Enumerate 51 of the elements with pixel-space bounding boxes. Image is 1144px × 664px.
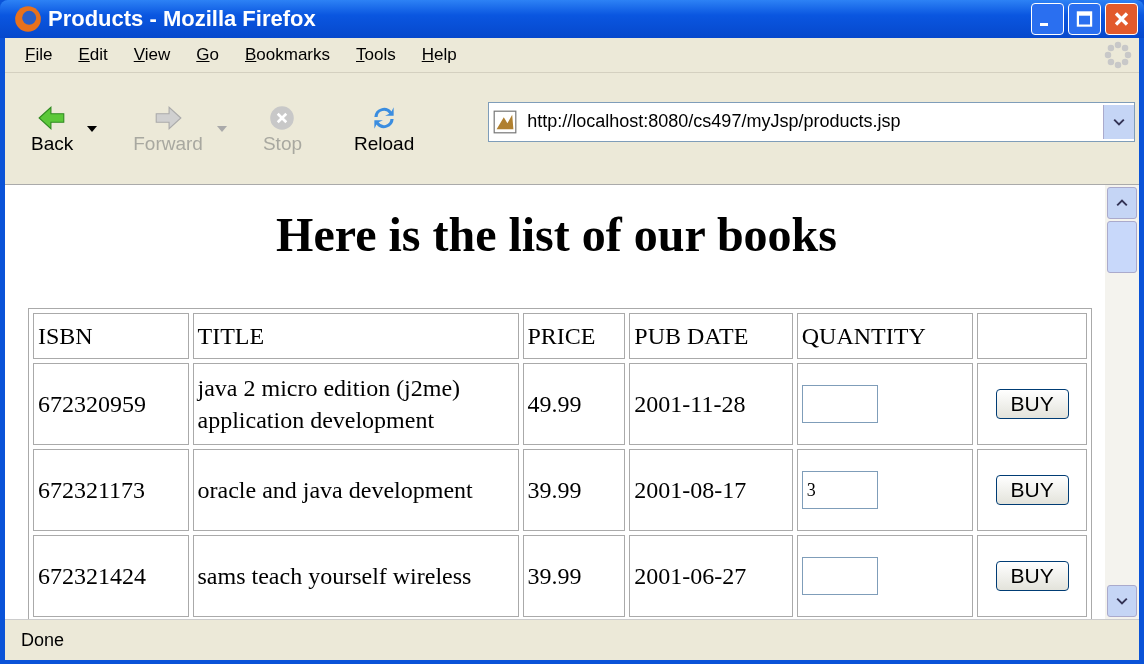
column-header: PUB DATE — [629, 313, 793, 359]
table-cell: oracle and java development — [192, 449, 519, 531]
page-heading: Here is the list of our books — [275, 207, 838, 262]
globe-icon — [14, 5, 42, 33]
toolbar-button[interactable]: Back — [25, 102, 80, 155]
chevron-up-icon — [1116, 199, 1128, 207]
table-cell: 39.99 — [522, 449, 626, 531]
scroll-down-button[interactable] — [1107, 585, 1137, 617]
table-cell: 2001-08-17 — [629, 449, 793, 531]
address-bar[interactable]: http://localhost:8080/cs497/myJsp/products.jsp — [488, 101, 1135, 142]
menu-item[interactable]: View — [121, 45, 185, 65]
menu-item[interactable]: Go — [184, 45, 233, 65]
site-icon — [493, 109, 518, 134]
dropdown-button[interactable] — [1103, 104, 1134, 139]
table-cell: 2001-06-27 — [629, 535, 793, 617]
column-header: ISBN — [33, 313, 189, 359]
vertical-scrollbar[interactable] — [1105, 185, 1139, 619]
quantity-field[interactable] — [801, 385, 878, 423]
quantity-field[interactable] — [801, 557, 878, 595]
menu-item[interactable]: Bookmarks — [233, 45, 344, 65]
toolbar-button[interactable]: Reload — [348, 102, 421, 155]
maximize-button[interactable] — [1068, 3, 1101, 35]
menu-item[interactable]: Edit — [66, 45, 122, 65]
table-cell: 39.99 — [522, 535, 626, 617]
table-cell: 672321424 — [33, 535, 189, 617]
scroll-thumb[interactable] — [1107, 221, 1137, 273]
table-cell: 2001-11-28 — [629, 363, 793, 445]
menu-item[interactable]: Help — [409, 45, 471, 65]
table-cell: 672321173 — [33, 449, 189, 531]
table-cell: 672320959 — [33, 363, 189, 445]
buy-button[interactable]: BUY — [995, 475, 1069, 505]
column-header: QUANTITY — [796, 313, 974, 359]
close-button[interactable] — [1105, 3, 1138, 35]
status-text: Done — [21, 629, 65, 651]
table-cell: 49.99 — [522, 363, 626, 445]
table-cell: sams teach yourself wireless — [192, 535, 519, 617]
quantity-field[interactable]: 3 — [801, 471, 878, 509]
chevron-down-icon — [1116, 597, 1128, 605]
menu-item[interactable]: File — [13, 45, 67, 65]
window-title: Products - Mozilla Firefox — [48, 6, 317, 32]
scroll-up-button[interactable] — [1107, 187, 1137, 219]
minimize-icon — [1040, 23, 1048, 26]
chevron-down-icon — [1113, 117, 1125, 126]
table-cell: java 2 micro edition (j2me) application development — [192, 363, 519, 445]
menu-item[interactable]: Tools — [344, 45, 410, 65]
column-header: TITLE — [192, 313, 519, 359]
dropdown-caret-icon[interactable] — [87, 125, 98, 132]
column-header: PRICE — [522, 313, 626, 359]
buy-button[interactable]: BUY — [995, 561, 1069, 591]
buy-button[interactable]: BUY — [995, 389, 1069, 419]
minimize-button[interactable] — [1031, 3, 1064, 35]
